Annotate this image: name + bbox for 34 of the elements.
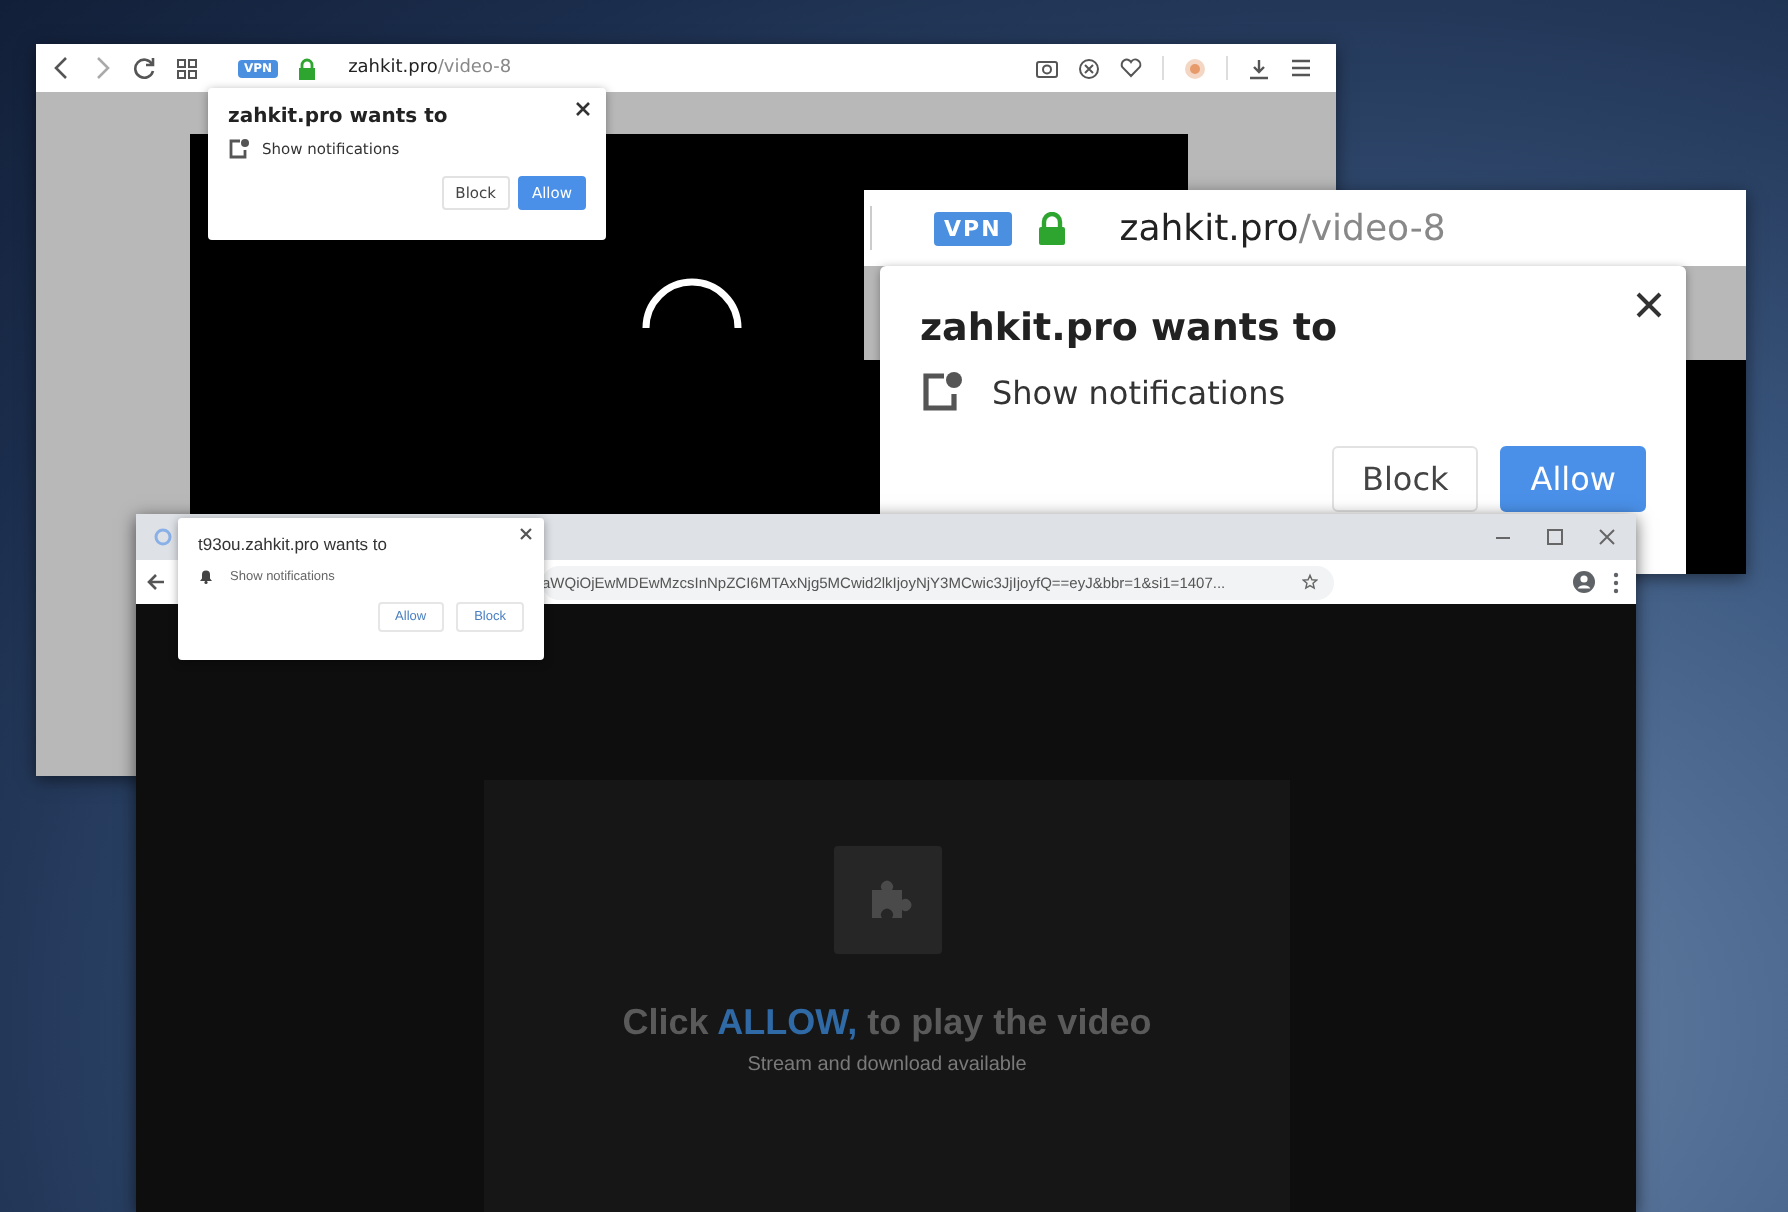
back-icon[interactable] — [52, 56, 72, 80]
heart-icon[interactable] — [1120, 58, 1142, 78]
star-icon[interactable] — [1302, 572, 1318, 592]
close-icon[interactable] — [520, 528, 532, 540]
notification-icon — [920, 370, 964, 414]
address-text[interactable]: zahkit.pro/video-8 — [1119, 207, 1446, 249]
more-icon[interactable] — [1612, 571, 1620, 593]
back-icon[interactable] — [146, 572, 166, 592]
lock-icon — [1037, 211, 1066, 245]
permission-button[interactable]: Allow — [1500, 446, 1646, 512]
account-icon[interactable] — [1572, 570, 1596, 594]
maximize-icon[interactable] — [1546, 528, 1564, 546]
notification-icon — [228, 138, 250, 160]
video-message: Click ALLOW, to play the video — [622, 1002, 1152, 1044]
address-text[interactable]: zahkit.pro/video-8 — [348, 58, 512, 78]
popup-title: zahkit.pro wants to — [228, 106, 448, 128]
permission-label: Show notifications — [992, 373, 1286, 411]
download-icon[interactable] — [1248, 57, 1270, 79]
lock-icon — [298, 57, 317, 79]
close-icon[interactable] — [1636, 292, 1662, 318]
close-icon[interactable] — [576, 102, 590, 116]
video-panel[interactable]: Click ALLOW, to play the video Stream and download available — [484, 780, 1290, 1212]
menu-icon[interactable] — [1290, 58, 1312, 78]
popup-title: t93ou.zahkit.pro wants to — [198, 534, 390, 554]
reload-icon[interactable] — [132, 56, 156, 80]
camera-icon[interactable] — [1036, 58, 1058, 78]
block-icon[interactable] — [1078, 57, 1100, 79]
loading-spinner-icon — [640, 274, 744, 334]
popup-title: zahkit.pro wants to — [920, 306, 1340, 350]
grid-icon[interactable] — [176, 57, 198, 79]
permission-button[interactable]: Block — [1332, 446, 1479, 512]
video-subtitle: Stream and download available — [747, 1054, 1027, 1076]
bell-icon — [198, 568, 214, 584]
vpn-badge[interactable]: VPN — [934, 211, 1012, 245]
